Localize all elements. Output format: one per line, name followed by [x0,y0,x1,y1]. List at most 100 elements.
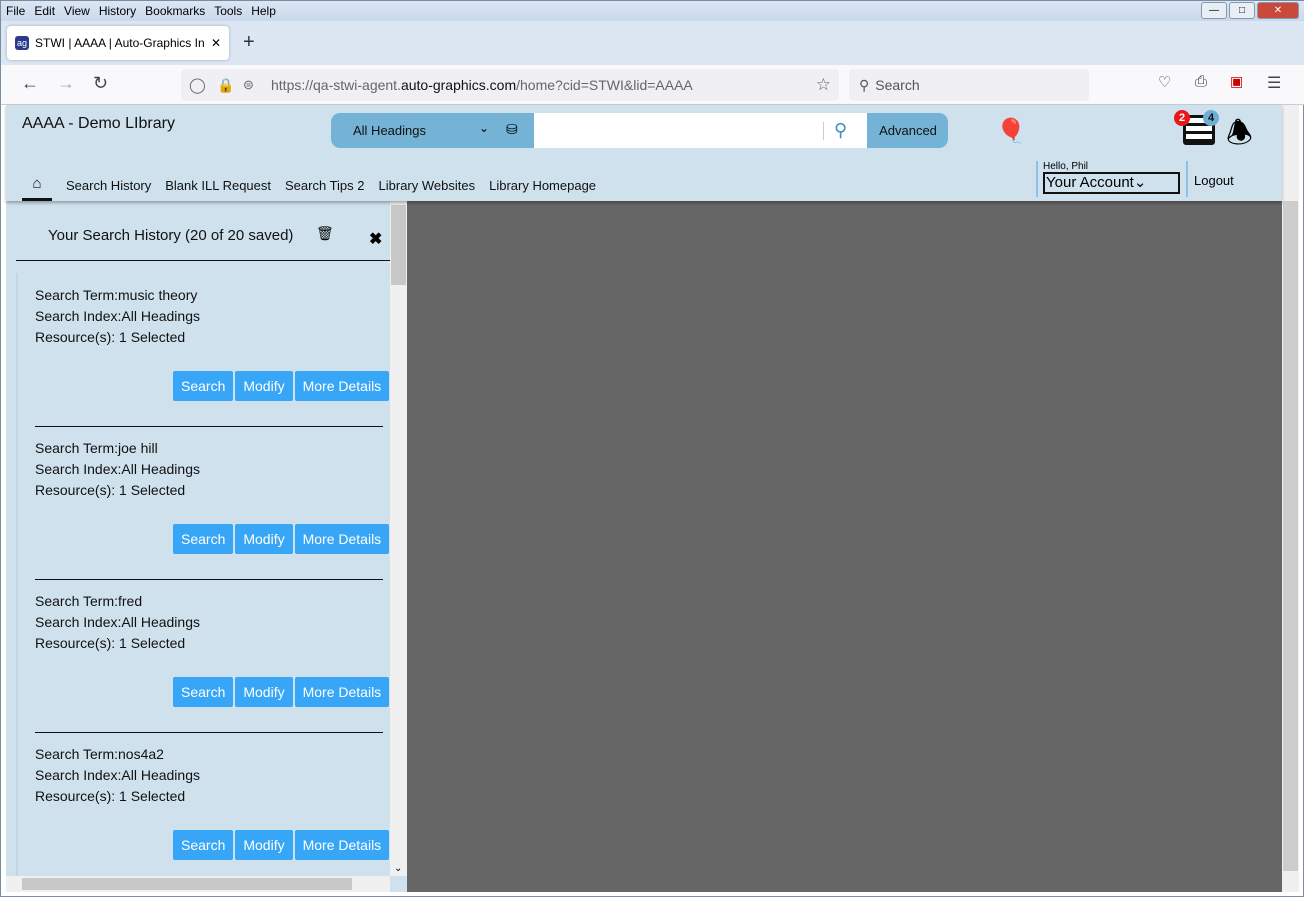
menu-bookmarks[interactable]: Bookmarks [140,1,209,18]
advanced-search-button[interactable]: Advanced [868,113,948,148]
bookmark-star-icon[interactable]: ☆ [816,75,831,95]
search-term: Search Term:music theory [35,287,198,303]
modify-button[interactable]: Modify [235,371,293,401]
hot-air-balloon-icon[interactable]: 🎈 [996,117,1026,146]
permissions-icon[interactable]: ⊜ [243,77,254,93]
history-entry: Search Term:fred Search Index:All Headin… [16,579,390,733]
scrollbar-thumb[interactable] [22,878,352,890]
resources: Resource(s): 1 Selected [35,635,186,651]
account-label: Your Account [1046,174,1134,191]
url-bar[interactable]: ◯ 🔒 ⊜ https://qa-stwi-agent. auto-graphic… [181,69,839,101]
menu-tools[interactable]: Tools [209,1,246,18]
alert-count-badge: 4 [1203,110,1219,126]
close-window-button[interactable]: ✕ [1257,2,1299,19]
scrollbar-thumb[interactable] [391,205,406,285]
reload-icon[interactable]: ↻ [93,73,108,94]
nav-library-homepage[interactable]: Library Homepage [489,178,596,193]
divider [16,260,390,261]
shield-icon[interactable]: ◯ [189,76,206,94]
search-index: Search Index:All Headings [35,308,200,324]
scrollbar-thumb[interactable] [1283,201,1298,871]
extension-icon[interactable]: ▣ [1230,73,1243,90]
database-icon[interactable]: ⛁ [506,121,518,138]
more-details-button[interactable]: More Details [294,677,390,707]
forward-icon[interactable]: → [57,73,75,94]
menu-bar: File Edit View History Bookmarks Tools Help — □… [1,1,1304,21]
greeting: Hello, Phil [1043,161,1089,172]
maximize-button[interactable]: □ [1229,2,1255,19]
more-details-button[interactable]: More Details [294,524,390,554]
modify-button[interactable]: Modify [235,677,293,707]
site-favicon-icon: ag [15,36,29,50]
nav-search-history[interactable]: Search History [66,178,151,193]
url-suffix: /home?cid=STWI&lid=AAAA [516,77,693,93]
menu-hamburger-icon[interactable]: ☰ [1267,73,1281,93]
search-bar: All Headings ⌄ ⛁ ⚲ Advanced [331,113,948,148]
modify-button[interactable]: Modify [235,524,293,554]
trash-icon[interactable]: 🗑 [316,225,334,242]
more-details-button[interactable]: More Details [294,371,390,401]
resources: Resource(s): 1 Selected [35,482,186,498]
search-icon[interactable]: ⚲ [834,120,847,141]
search-icon: ⚲ [859,76,870,93]
search-button[interactable]: Search [173,677,234,707]
search-button[interactable]: Search [173,524,234,554]
new-tab-button[interactable]: + [243,31,255,54]
resources: Resource(s): 1 Selected [35,329,186,345]
menu-file[interactable]: File [1,1,29,18]
your-account-dropdown[interactable]: Your Account⌄ [1043,172,1180,194]
search-term: Search Term:fred [35,593,143,609]
panel-horizontal-scrollbar[interactable] [6,876,390,892]
print-icon[interactable]: ⎙ [1195,73,1207,90]
page: AAAA - Demo LIbrary All Headings ⌄ ⛁ ⚲ A… [6,105,1282,892]
main-nav: ⌂ Search History Blank ILL Request Searc… [22,169,596,201]
history-entry: Search Term:joe hill Search Index:All He… [16,426,390,580]
search-button[interactable]: Search [173,830,234,860]
nav-library-websites[interactable]: Library Websites [379,178,476,193]
menu-help[interactable]: Help [246,1,280,18]
search-index: Search Index:All Headings [35,767,200,783]
home-icon[interactable]: ⌂ [22,175,52,201]
close-icon[interactable]: ✖ [369,229,382,249]
tab-title: STWI | AAAA | Auto-Graphics In [35,36,205,50]
nav-blank-ill-request[interactable]: Blank ILL Request [165,178,271,193]
search-term: Search Term:joe hill [35,440,158,456]
nav-search-tips[interactable]: Search Tips 2 [285,178,365,193]
url-prefix: https://qa-stwi-agent. [271,77,401,93]
search-history-panel: Your Search History (20 of 20 saved) 🗑 ✖… [6,201,407,892]
menu-view[interactable]: View [59,1,94,18]
panel-title: Your Search History (20 of 20 saved) [48,227,294,244]
browser-search-box[interactable]: ⚲ Search [849,69,1089,101]
browser-toolbar: ← → ↻ ◯ 🔒 ⊜ https://qa-stwi-agent. auto-g… [1,65,1304,105]
menu-edit[interactable]: Edit [29,1,59,18]
search-input[interactable] [534,113,867,148]
search-term: Search Term:nos4a2 [35,746,164,762]
search-index-select[interactable]: All Headings [353,123,426,138]
site-header: AAAA - Demo LIbrary All Headings ⌄ ⛁ ⚲ A… [6,105,1282,201]
more-details-button[interactable]: More Details [294,830,390,860]
search-index: Search Index:All Headings [35,461,200,477]
logout-link[interactable]: Logout [1186,161,1234,197]
list-count-badge: 2 [1174,110,1190,126]
browser-tab[interactable]: ag STWI | AAAA | Auto-Graphics In ✕ [7,26,229,60]
page-vertical-scrollbar[interactable] [1282,105,1299,892]
resources: Resource(s): 1 Selected [35,788,186,804]
menu-history[interactable]: History [94,1,140,18]
tab-bar: ag STWI | AAAA | Auto-Graphics In ✕ + [1,21,1304,65]
bell-icon[interactable]: 🕭 [1226,111,1253,162]
minimize-button[interactable]: — [1201,2,1227,19]
lock-icon[interactable]: 🔒 [217,77,234,94]
modify-button[interactable]: Modify [235,830,293,860]
account-area: Hello, Phil Your Account⌄ [1036,161,1180,197]
scroll-down-icon[interactable]: ⌄ [394,863,402,874]
chevron-down-icon: ⌄ [1133,174,1147,191]
history-entry: Search Term:nos4a2 Search Index:All Head… [16,732,390,886]
search-button[interactable]: Search [173,371,234,401]
history-entry: Search Term:music theory Search Index:Al… [16,273,390,427]
chevron-down-icon[interactable]: ⌄ [479,121,489,135]
panel-vertical-scrollbar[interactable]: ⌄ [390,201,407,876]
close-tab-icon[interactable]: ✕ [211,36,221,50]
library-name: AAAA - Demo LIbrary [22,115,175,132]
pocket-icon[interactable]: ♡ [1158,73,1171,91]
back-icon[interactable]: ← [21,73,39,94]
